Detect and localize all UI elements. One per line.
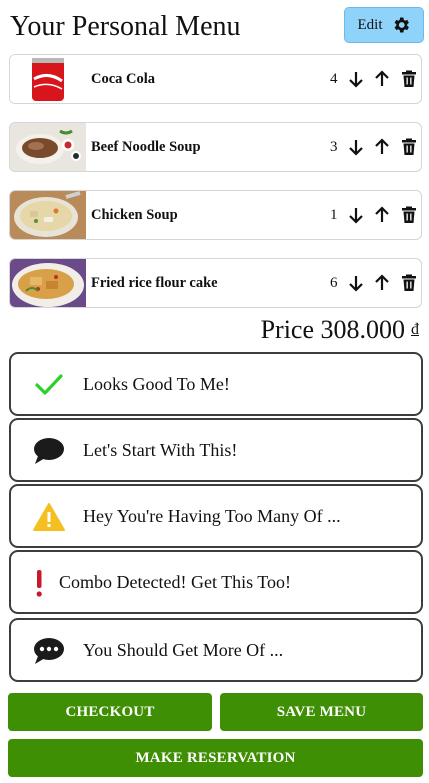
make-reservation-button[interactable]: MAKE RESERVATION xyxy=(8,739,423,777)
checkmark-icon xyxy=(33,370,65,400)
speech-bubble-dots-icon xyxy=(33,636,65,666)
warning-triangle-icon xyxy=(33,502,65,532)
trash-icon[interactable] xyxy=(399,273,419,293)
item-name: Chicken Soup xyxy=(91,207,178,223)
menu-item: Beef Noodle Soup 3 xyxy=(9,122,422,172)
save-menu-button[interactable]: SAVE MENU xyxy=(220,693,423,731)
suggestion-text: Let's Start With This! xyxy=(83,440,238,460)
suggestion-combo[interactable]: Combo Detected! Get This Too! xyxy=(9,550,423,614)
gear-icon xyxy=(394,17,409,33)
suggestion-text: Hey You're Having Too Many Of ... xyxy=(83,506,341,526)
move-up-arrow-icon[interactable] xyxy=(372,205,392,225)
coca-cola-thumbnail xyxy=(10,55,86,103)
header: Your Personal Menu Edit xyxy=(8,6,424,46)
item-quantity: 4 xyxy=(330,71,338,87)
move-down-arrow-icon[interactable] xyxy=(346,273,366,293)
item-name: Beef Noodle Soup xyxy=(91,139,201,155)
suggestion-start-with-this[interactable]: Let's Start With This! xyxy=(9,418,423,482)
speech-bubble-icon xyxy=(33,436,65,466)
move-down-arrow-icon[interactable] xyxy=(346,137,366,157)
chicken-soup-thumbnail xyxy=(10,191,86,239)
suggestion-text: Combo Detected! Get This Too! xyxy=(59,572,292,592)
move-up-arrow-icon[interactable] xyxy=(372,273,392,293)
total-price: Price 308.000 đ xyxy=(261,313,419,347)
item-quantity: 1 xyxy=(330,207,338,223)
edit-button[interactable]: Edit xyxy=(344,7,424,43)
trash-icon[interactable] xyxy=(399,69,419,89)
suggestion-text: Looks Good To Me! xyxy=(83,374,230,394)
item-name: Fried rice flour cake xyxy=(91,275,218,291)
edit-label: Edit xyxy=(357,16,383,33)
beef-noodle-soup-thumbnail xyxy=(10,123,86,171)
price-label: Price 308.000 xyxy=(260,315,405,344)
move-up-arrow-icon[interactable] xyxy=(372,137,392,157)
item-quantity: 3 xyxy=(330,139,338,155)
item-quantity: 6 xyxy=(330,275,338,291)
suggestion-text: You Should Get More Of ... xyxy=(83,640,284,660)
page-title: Your Personal Menu xyxy=(10,11,241,42)
suggestion-too-many[interactable]: Hey You're Having Too Many Of ... xyxy=(9,484,423,548)
suggestion-looks-good[interactable]: Looks Good To Me! xyxy=(9,352,423,416)
move-up-arrow-icon[interactable] xyxy=(372,69,392,89)
currency-symbol: đ xyxy=(411,321,419,338)
exclamation-icon xyxy=(27,568,51,598)
item-name: Coca Cola xyxy=(91,71,156,87)
checkout-button[interactable]: CHECKOUT xyxy=(8,693,212,731)
menu-item: Coca Cola 4 xyxy=(9,54,422,104)
trash-icon[interactable] xyxy=(399,205,419,225)
move-down-arrow-icon[interactable] xyxy=(346,69,366,89)
menu-item: Fried rice flour cake 6 xyxy=(9,258,422,308)
menu-item: Chicken Soup 1 xyxy=(9,190,422,240)
fried-rice-flour-cake-thumbnail xyxy=(10,259,86,307)
suggestion-get-more[interactable]: You Should Get More Of ... xyxy=(9,618,423,682)
move-down-arrow-icon[interactable] xyxy=(346,205,366,225)
trash-icon[interactable] xyxy=(399,137,419,157)
